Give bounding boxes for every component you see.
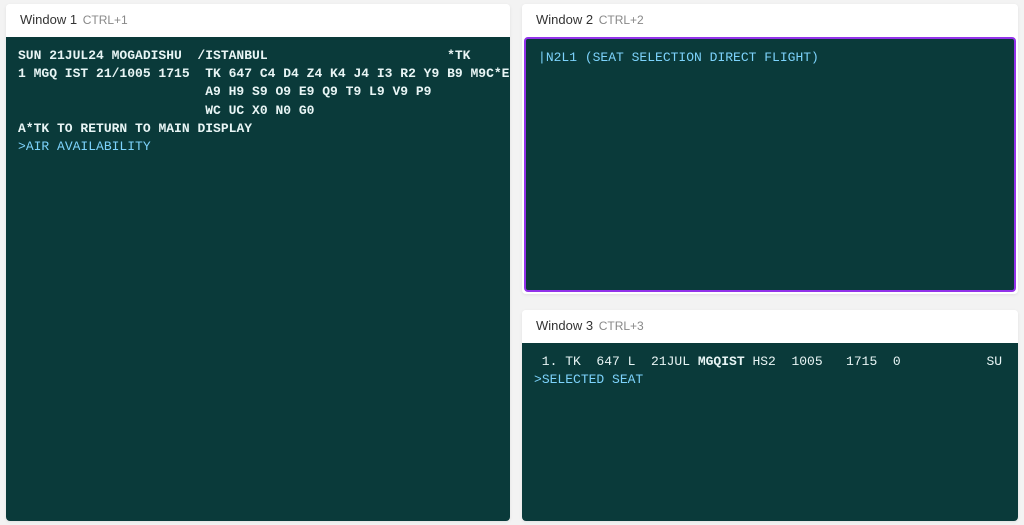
window-2-shortcut: CTRL+2 [599, 13, 644, 27]
window-1-panel: Window 1 CTRL+1 SUN 21JUL24 MOGADISHU /I… [6, 4, 510, 521]
window-1-shortcut: CTRL+1 [83, 13, 128, 27]
window-3-header: Window 3 CTRL+3 [522, 310, 1018, 343]
window-1-header: Window 1 CTRL+1 [6, 4, 510, 37]
terminal-line: 1 MGQ IST 21/1005 1715 TK 647 C4 D4 Z4 K… [18, 65, 498, 83]
window-3-panel: Window 3 CTRL+3 1. TK 647 L 21JUL MGQIST… [522, 310, 1018, 521]
window-3-title: Window 3 [536, 318, 593, 333]
terminal-line: WC UC X0 N0 G0 [18, 102, 498, 120]
window-3-terminal[interactable]: 1. TK 647 L 21JUL MGQIST HS2 1005 1715 0… [522, 343, 1018, 521]
window-3-shortcut: CTRL+3 [599, 319, 644, 333]
cursor-icon: | [538, 50, 546, 65]
command-input-line[interactable]: |N2L1 (SEAT SELECTION DIRECT FLIGHT) [538, 49, 1002, 67]
selected-seat-command[interactable]: >SELECTED SEAT [534, 371, 1006, 389]
air-availability-command[interactable]: >AIR AVAILABILITY [18, 138, 498, 156]
terminal-line: A*TK TO RETURN TO MAIN DISPLAY [18, 120, 498, 138]
window-2-title: Window 2 [536, 12, 593, 27]
terminal-line: SUN 21JUL24 MOGADISHU /ISTANBUL *TK [18, 47, 498, 65]
window-2-terminal[interactable]: |N2L1 (SEAT SELECTION DIRECT FLIGHT) [524, 37, 1016, 292]
window-1-title: Window 1 [20, 12, 77, 27]
window-1-terminal[interactable]: SUN 21JUL24 MOGADISHU /ISTANBUL *TK1 MGQ… [6, 37, 510, 521]
terminal-line: A9 H9 S9 O9 E9 Q9 T9 L9 V9 P9 [18, 83, 498, 101]
window-2-panel: Window 2 CTRL+2 |N2L1 (SEAT SELECTION DI… [522, 4, 1018, 294]
window-2-header: Window 2 CTRL+2 [522, 4, 1018, 37]
terminal-line: 1. TK 647 L 21JUL MGQIST HS2 1005 1715 0… [534, 353, 1006, 371]
